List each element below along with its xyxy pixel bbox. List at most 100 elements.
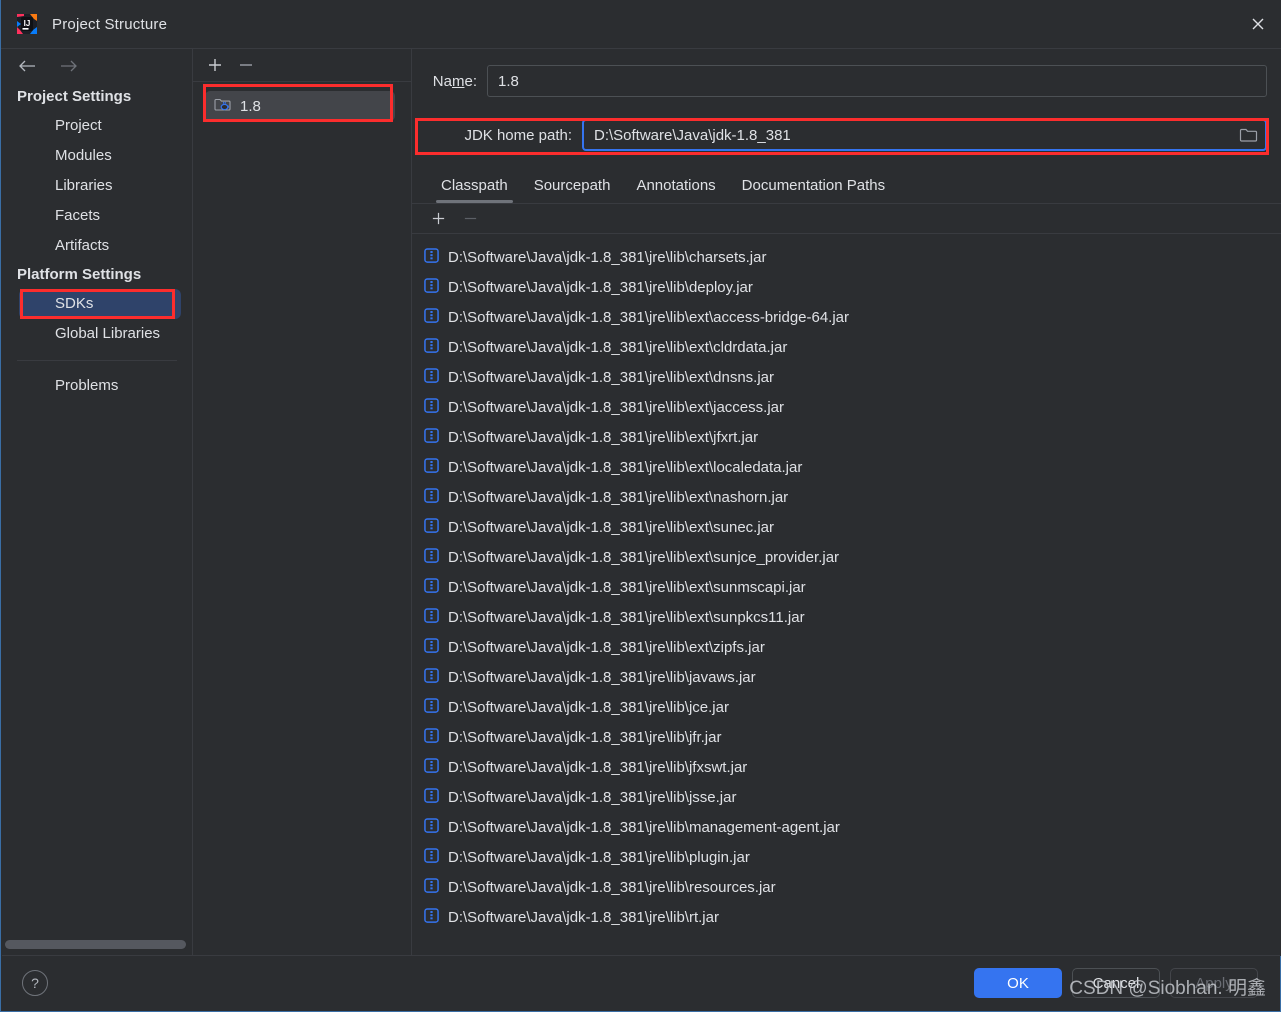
classpath-entry-label: D:\Software\Java\jdk-1.8_381\jre\lib\ext… — [448, 488, 789, 506]
footer-buttons: OK Cancel Apply — [974, 968, 1258, 998]
classpath-entry-row[interactable]: D:\Software\Java\jdk-1.8_381\jre\lib\man… — [412, 812, 1281, 842]
classpath-entry-label: D:\Software\Java\jdk-1.8_381\jre\lib\ext… — [448, 398, 784, 416]
arrow-left-icon[interactable] — [16, 55, 38, 77]
sdk-list-panel: 1.8 — [193, 49, 412, 956]
classpath-entry-label: D:\Software\Java\jdk-1.8_381\jre\lib\ext… — [448, 548, 840, 566]
jar-archive-icon — [424, 667, 439, 687]
sdk-detail-panel: Name: 1.8 JDK home path: D:\Software\Jav… — [412, 49, 1281, 956]
classpath-entry-row[interactable]: D:\Software\Java\jdk-1.8_381\jre\lib\ext… — [412, 422, 1281, 452]
classpath-entry-row[interactable]: D:\Software\Java\jdk-1.8_381\jre\lib\jav… — [412, 662, 1281, 692]
jar-archive-icon — [424, 337, 439, 357]
jdk-home-path-input[interactable]: D:\Software\Java\jdk-1.8_381 — [582, 119, 1267, 151]
help-icon[interactable]: ? — [22, 970, 48, 996]
jar-archive-icon — [424, 487, 439, 507]
classpath-entry-label: D:\Software\Java\jdk-1.8_381\jre\lib\man… — [448, 818, 840, 836]
classpath-entry-label: D:\Software\Java\jdk-1.8_381\jre\lib\ext… — [448, 308, 850, 326]
classpath-entry-row[interactable]: D:\Software\Java\jdk-1.8_381\jre\lib\ext… — [412, 302, 1281, 332]
classpath-entry-row[interactable]: D:\Software\Java\jdk-1.8_381\jre\lib\dep… — [412, 272, 1281, 302]
classpath-toolbar — [412, 204, 1281, 234]
nav-arrows — [2, 49, 192, 83]
classpath-entry-label: D:\Software\Java\jdk-1.8_381\jre\lib\jfx… — [448, 758, 748, 776]
arrow-right-icon[interactable] — [58, 55, 80, 77]
sidebar-item-sdks[interactable]: SDKs — [19, 289, 181, 319]
tab-sourcepath[interactable]: Sourcepath — [521, 177, 624, 203]
title-bar: IJ Project Structure — [1, 0, 1281, 49]
classpath-entry-row[interactable]: D:\Software\Java\jdk-1.8_381\jre\lib\res… — [412, 872, 1281, 902]
name-input-value: 1.8 — [498, 72, 519, 90]
window-title: Project Structure — [52, 15, 168, 33]
jar-archive-icon — [424, 847, 439, 867]
classpath-entry-row[interactable]: D:\Software\Java\jdk-1.8_381\jre\lib\ext… — [412, 392, 1281, 422]
sidebar-item-libraries[interactable]: Libraries — [2, 171, 192, 201]
classpath-entry-label: D:\Software\Java\jdk-1.8_381\jre\lib\ext… — [448, 578, 806, 596]
jdk-folder-icon — [214, 97, 231, 116]
jar-archive-icon — [424, 277, 439, 297]
sidebar-item-global-libraries[interactable]: Global Libraries — [2, 319, 192, 349]
name-field-row: Name: 1.8 — [412, 64, 1281, 98]
classpath-entry-label: D:\Software\Java\jdk-1.8_381\jre\lib\ext… — [448, 458, 803, 476]
classpath-entry-row[interactable]: D:\Software\Java\jdk-1.8_381\jre\lib\jfr… — [412, 722, 1281, 752]
svg-text:IJ: IJ — [24, 19, 31, 28]
sdk-list-item-1-8[interactable]: 1.8 — [205, 91, 395, 121]
jar-archive-icon — [424, 607, 439, 627]
jar-archive-icon — [424, 367, 439, 387]
classpath-entry-row[interactable]: D:\Software\Java\jdk-1.8_381\jre\lib\ext… — [412, 332, 1281, 362]
project-structure-dialog: IJ Project Structure Project Settings Pr… — [0, 0, 1281, 1012]
classpath-entry-row[interactable]: D:\Software\Java\jdk-1.8_381\jre\lib\ext… — [412, 572, 1281, 602]
sdk-list: 1.8 — [193, 82, 411, 121]
classpath-entry-row[interactable]: D:\Software\Java\jdk-1.8_381\jre\lib\ext… — [412, 512, 1281, 542]
dialog-footer: ? OK Cancel Apply — [2, 955, 1280, 1010]
tab-annotations[interactable]: Annotations — [623, 177, 728, 203]
jar-archive-icon — [424, 637, 439, 657]
tab-classpath[interactable]: Classpath — [428, 177, 521, 203]
classpath-entry-label: D:\Software\Java\jdk-1.8_381\jre\lib\cha… — [448, 248, 767, 266]
jar-archive-icon — [424, 817, 439, 837]
classpath-entry-label: D:\Software\Java\jdk-1.8_381\jre\lib\ext… — [448, 518, 774, 536]
classpath-entry-label: D:\Software\Java\jdk-1.8_381\jre\lib\jfr… — [448, 728, 722, 746]
name-label: Name: — [432, 72, 477, 90]
classpath-entry-row[interactable]: D:\Software\Java\jdk-1.8_381\jre\lib\ext… — [412, 542, 1281, 572]
classpath-entry-label: D:\Software\Java\jdk-1.8_381\jre\lib\res… — [448, 878, 776, 896]
jar-archive-icon — [424, 307, 439, 327]
classpath-entry-row[interactable]: D:\Software\Java\jdk-1.8_381\jre\lib\ext… — [412, 602, 1281, 632]
jar-archive-icon — [424, 727, 439, 747]
plus-icon[interactable] — [426, 207, 450, 231]
sidebar-item-facets[interactable]: Facets — [2, 201, 192, 231]
classpath-entry-row[interactable]: D:\Software\Java\jdk-1.8_381\jre\lib\ext… — [412, 362, 1281, 392]
jar-archive-icon — [424, 397, 439, 417]
settings-sidebar: Project Settings Project Modules Librari… — [2, 49, 193, 956]
classpath-entry-row[interactable]: D:\Software\Java\jdk-1.8_381\jre\lib\jfx… — [412, 752, 1281, 782]
sidebar-group-platform-settings: Platform Settings — [17, 266, 142, 283]
minus-icon — [458, 207, 482, 231]
jar-archive-icon — [424, 457, 439, 477]
sidebar-horizontal-scrollbar[interactable] — [2, 940, 192, 950]
sidebar-item-artifacts[interactable]: Artifacts — [2, 231, 192, 261]
folder-icon[interactable] — [1231, 121, 1265, 149]
classpath-entry-row[interactable]: D:\Software\Java\jdk-1.8_381\jre\lib\ext… — [412, 452, 1281, 482]
classpath-entry-row[interactable]: D:\Software\Java\jdk-1.8_381\jre\lib\jss… — [412, 782, 1281, 812]
sidebar-divider — [17, 360, 177, 361]
tab-documentation-paths[interactable]: Documentation Paths — [729, 177, 898, 203]
classpath-entry-row[interactable]: D:\Software\Java\jdk-1.8_381\jre\lib\ext… — [412, 632, 1281, 662]
jar-archive-icon — [424, 517, 439, 537]
jar-archive-icon — [424, 787, 439, 807]
classpath-entry-row[interactable]: D:\Software\Java\jdk-1.8_381\jre\lib\ext… — [412, 482, 1281, 512]
plus-icon[interactable] — [203, 53, 227, 77]
classpath-entry-label: D:\Software\Java\jdk-1.8_381\jre\lib\rt.… — [448, 908, 719, 926]
classpath-entry-row[interactable]: D:\Software\Java\jdk-1.8_381\jre\lib\rt.… — [412, 902, 1281, 932]
classpath-entry-row[interactable]: D:\Software\Java\jdk-1.8_381\jre\lib\cha… — [412, 242, 1281, 272]
sidebar-item-modules[interactable]: Modules — [2, 141, 192, 171]
sidebar-item-project[interactable]: Project — [2, 111, 192, 141]
scrollbar-thumb[interactable] — [5, 940, 186, 949]
cancel-button[interactable]: Cancel — [1072, 968, 1160, 998]
sidebar-item-problems[interactable]: Problems — [2, 371, 192, 401]
close-icon[interactable] — [1234, 0, 1281, 48]
minus-icon[interactable] — [234, 53, 258, 77]
ok-button[interactable]: OK — [974, 968, 1062, 998]
name-input[interactable]: 1.8 — [487, 65, 1267, 97]
classpath-entry-row[interactable]: D:\Software\Java\jdk-1.8_381\jre\lib\jce… — [412, 692, 1281, 722]
apply-button: Apply — [1170, 968, 1258, 998]
jar-archive-icon — [424, 577, 439, 597]
classpath-entry-row[interactable]: D:\Software\Java\jdk-1.8_381\jre\lib\plu… — [412, 842, 1281, 872]
intellij-idea-logo-icon: IJ — [16, 13, 38, 35]
